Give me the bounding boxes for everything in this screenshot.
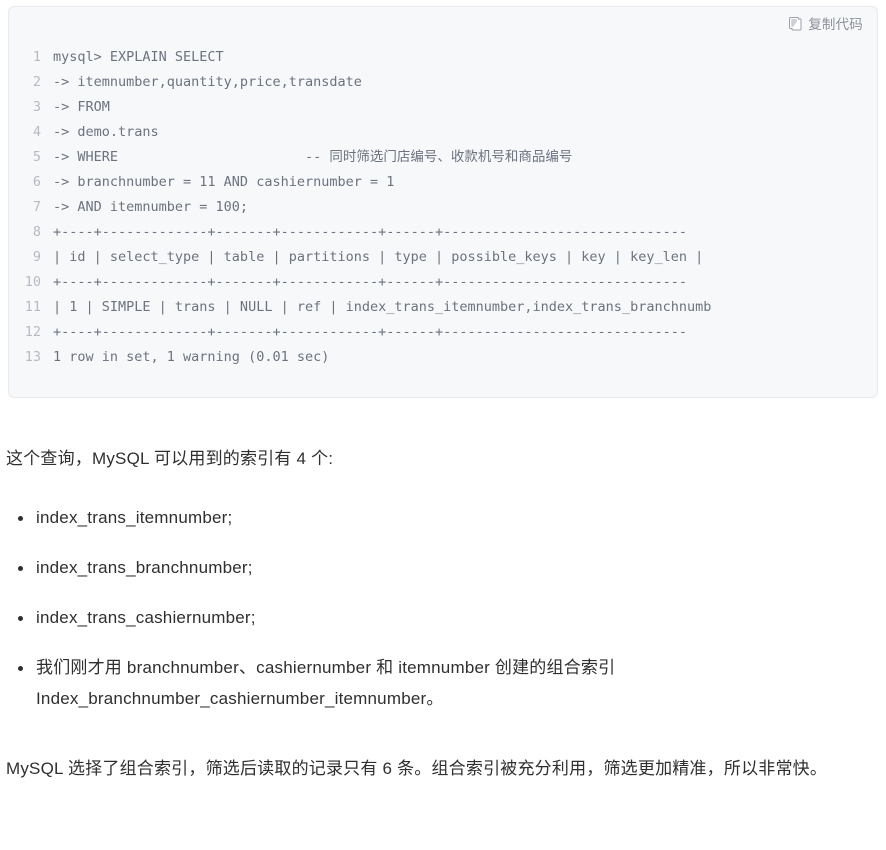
- line-text: mysql> EXPLAIN SELECT: [53, 49, 224, 65]
- list-item: index_trans_cashiernumber;: [6, 602, 876, 633]
- article-body: 这个查询，MySQL 可以用到的索引有 4 个: index_trans_ite…: [0, 442, 886, 786]
- line-number: 4: [32, 124, 41, 140]
- code-block: 复制代码 1 mysql> EXPLAIN SELECT 2 -> itemnu…: [8, 6, 878, 398]
- line-number: 8: [32, 224, 41, 240]
- code-line: 1 mysql> EXPLAIN SELECT: [9, 45, 877, 70]
- code-line: 3 -> FROM: [9, 95, 877, 120]
- code-lines: 1 mysql> EXPLAIN SELECT 2 -> itemnumber,…: [9, 45, 877, 397]
- line-text: -> itemnumber,quantity,price,transdate: [53, 74, 362, 90]
- line-text: 1 row in set, 1 warning (0.01 sec): [53, 349, 330, 365]
- code-line: 6 -> branchnumber = 11 AND cashiernumber…: [9, 170, 877, 195]
- line-text: -> demo.trans: [53, 124, 159, 140]
- code-line: 4 -> demo.trans: [9, 120, 877, 145]
- code-line: 13 1 row in set, 1 warning (0.01 sec): [9, 345, 877, 370]
- line-text: +----+-------------+-------+------------…: [53, 274, 687, 290]
- intro-paragraph: 这个查询，MySQL 可以用到的索引有 4 个:: [6, 449, 334, 468]
- code-line: 12 +----+-------------+-------+---------…: [9, 320, 877, 345]
- conclusion-paragraph: MySQL 选择了组合索引，筛选后读取的记录只有 6 条。组合索引被充分利用，筛…: [6, 759, 828, 778]
- line-number: 3: [32, 99, 41, 115]
- code-line: 7 -> AND itemnumber = 100;: [9, 195, 877, 220]
- list-item: index_trans_itemnumber;: [6, 502, 876, 533]
- code-line: 8 +----+-------------+-------+----------…: [9, 220, 877, 245]
- line-text: | id | select_type | table | partitions …: [53, 249, 704, 265]
- line-text: -> FROM: [53, 99, 110, 115]
- line-text: -> AND itemnumber = 100;: [53, 199, 249, 215]
- line-text: | 1 | SIMPLE | trans | NULL | ref | inde…: [53, 299, 712, 315]
- line-number: 11: [24, 299, 41, 315]
- list-item: 我们刚才用 branchnumber、cashiernumber 和 itemn…: [6, 652, 836, 714]
- copy-code-label: 复制代码: [808, 16, 863, 32]
- article-page: 复制代码 1 mysql> EXPLAIN SELECT 2 -> itemnu…: [0, 6, 886, 786]
- line-number: 12: [24, 324, 41, 340]
- list-item: index_trans_branchnumber;: [6, 552, 876, 583]
- line-number: 2: [32, 74, 41, 90]
- code-line: 11 | 1 | SIMPLE | trans | NULL | ref | i…: [9, 295, 877, 320]
- line-number: 9: [32, 249, 41, 265]
- line-text: -> WHERE -- 同时筛选门店编号、收款机号和商品编号: [53, 149, 573, 165]
- line-number: 5: [32, 149, 41, 165]
- line-number: 1: [32, 49, 41, 65]
- code-line: 5 -> WHERE -- 同时筛选门店编号、收款机号和商品编号: [9, 145, 877, 170]
- index-list: index_trans_itemnumber; index_trans_bran…: [6, 502, 876, 714]
- line-number: 13: [24, 349, 41, 365]
- line-text: +----+-------------+-------+------------…: [53, 224, 687, 240]
- copy-icon: [789, 17, 803, 32]
- code-line: 10 +----+-------------+-------+---------…: [9, 270, 877, 295]
- copy-code-button[interactable]: 复制代码: [789, 17, 863, 32]
- code-line: 2 -> itemnumber,quantity,price,transdate: [9, 70, 877, 95]
- line-number: 10: [24, 274, 41, 290]
- line-text: -> branchnumber = 11 AND cashiernumber =…: [53, 174, 395, 190]
- line-number: 7: [32, 199, 41, 215]
- code-line: 9 | id | select_type | table | partition…: [9, 245, 877, 270]
- line-number: 6: [32, 174, 41, 190]
- line-text: +----+-------------+-------+------------…: [53, 324, 687, 340]
